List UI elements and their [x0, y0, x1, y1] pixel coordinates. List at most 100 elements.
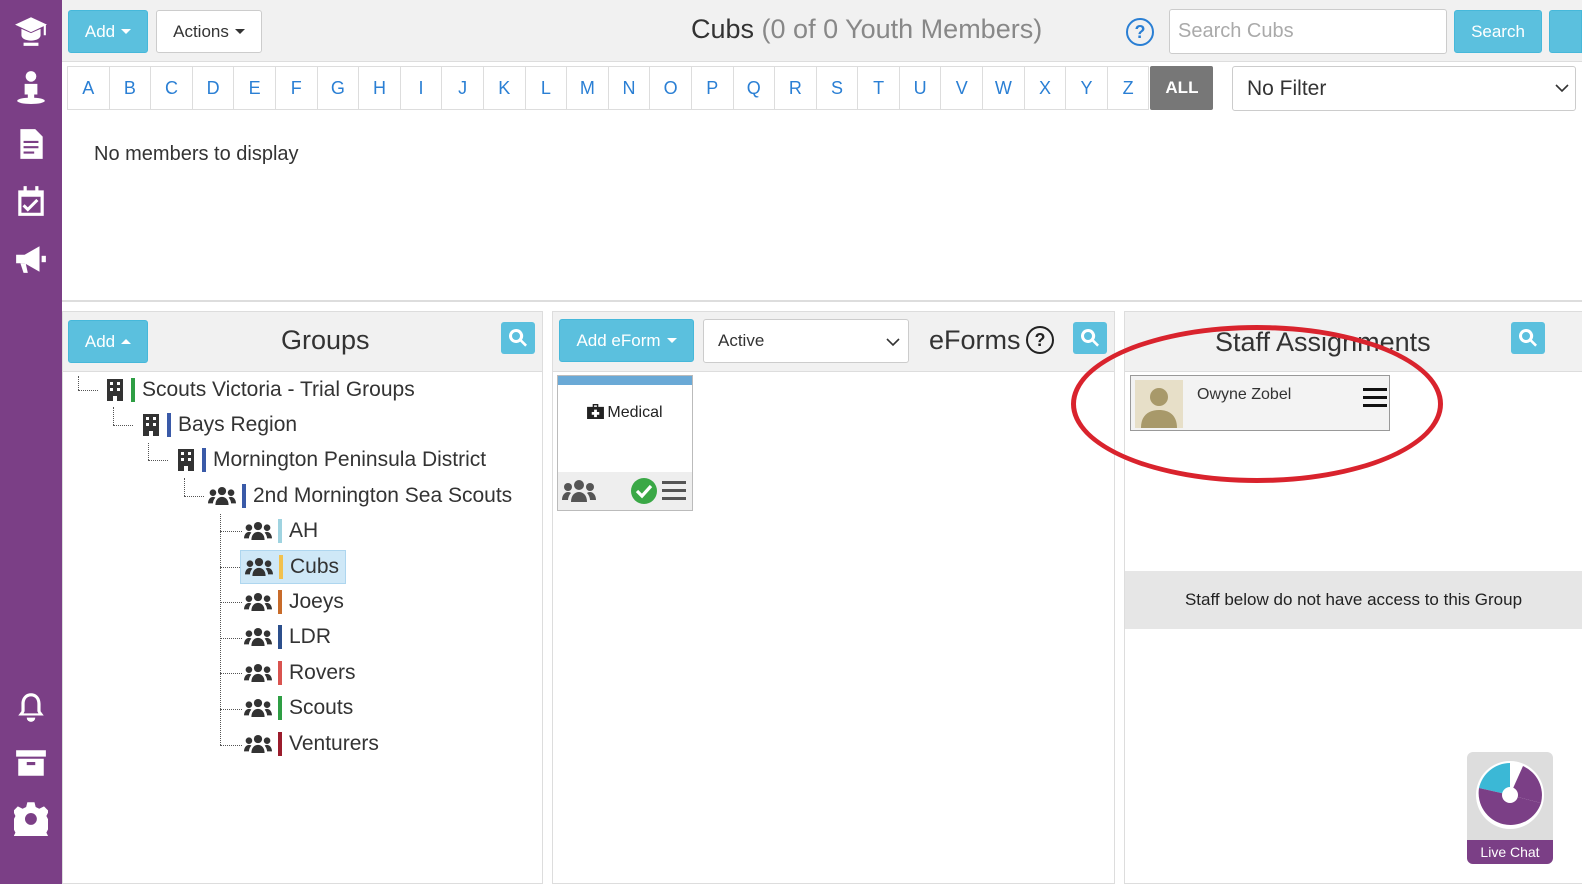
alphabet-letter-f[interactable]: F — [274, 66, 318, 110]
alphabet-letter-v[interactable]: V — [940, 66, 984, 110]
alphabet-letter-i[interactable]: I — [399, 66, 443, 110]
alphabet-letter-q[interactable]: Q — [732, 66, 776, 110]
help-icon[interactable]: ? — [1126, 18, 1154, 46]
alphabet-letter-r[interactable]: R — [774, 66, 817, 110]
tree-node[interactable]: Scouts — [244, 692, 353, 724]
tree-node[interactable]: Venturers — [244, 728, 379, 760]
alphabet-letter-y[interactable]: Y — [1065, 66, 1108, 110]
tree-node[interactable]: LDR — [244, 621, 331, 653]
eform-card-medical[interactable]: Medical — [557, 375, 693, 511]
tree-node-label: Rovers — [289, 661, 356, 684]
calendar-check-icon[interactable] — [12, 182, 50, 220]
document-icon[interactable] — [12, 125, 50, 163]
tree-node[interactable]: AH — [244, 515, 318, 547]
tree-node-label: Cubs — [290, 555, 340, 578]
add-member-button[interactable]: Add — [68, 10, 148, 53]
live-chat-label: Live Chat — [1467, 840, 1553, 864]
group-color-bar — [278, 625, 282, 649]
alphabet-letter-l[interactable]: L — [524, 66, 568, 110]
search-button-label: Search — [1471, 21, 1525, 41]
megaphone-icon[interactable] — [12, 240, 50, 278]
search-icon — [1519, 328, 1537, 347]
alphabet-letter-m[interactable]: M — [566, 66, 609, 110]
alphabet-letter-h[interactable]: H — [358, 66, 401, 110]
actions-dropdown[interactable]: Actions — [156, 10, 262, 53]
alphabet-letter-x[interactable]: X — [1023, 66, 1067, 110]
member-filter-select[interactable]: No Filter — [1232, 66, 1576, 111]
alphabet-letter-j[interactable]: J — [441, 66, 484, 110]
groups-search-button[interactable] — [501, 322, 535, 354]
alphabet-letter-p[interactable]: P — [690, 66, 734, 110]
chevron-down-icon — [1555, 84, 1569, 93]
alphabet-letter-s[interactable]: S — [815, 66, 859, 110]
page-subtitle: (0 of 0 Youth Members) — [761, 14, 1043, 44]
gear-icon[interactable] — [12, 800, 50, 838]
alphabet-letter-c[interactable]: C — [150, 66, 193, 110]
eforms-help-icon[interactable]: ? — [1026, 326, 1054, 354]
tree-node[interactable]: Mornington Peninsula District — [176, 444, 486, 476]
group-color-bar — [167, 413, 171, 437]
add-eform-label: Add eForm — [576, 330, 661, 350]
page-title-text: Cubs — [691, 14, 755, 44]
eform-card-footer — [558, 472, 692, 510]
add-member-label: Add — [84, 21, 116, 41]
search-button[interactable]: Search — [1454, 10, 1542, 53]
alphabet-letter-w[interactable]: W — [982, 66, 1025, 110]
caret-down-icon — [234, 29, 245, 34]
alphabet-letter-d[interactable]: D — [191, 66, 235, 110]
staff-search-button[interactable] — [1511, 322, 1545, 354]
alphabet-letter-u[interactable]: U — [898, 66, 942, 110]
member-filter-value: No Filter — [1247, 76, 1327, 100]
alphabet-letter-b[interactable]: B — [108, 66, 152, 110]
tree-node[interactable]: Scouts Victoria - Trial Groups — [105, 374, 415, 406]
eform-card-title: Medical — [558, 404, 692, 422]
alphabet-letter-o[interactable]: O — [649, 66, 692, 110]
caret-down-icon — [666, 338, 677, 343]
tree-node[interactable]: Bays Region — [141, 409, 297, 441]
no-members-message: No members to display — [94, 143, 299, 165]
group-color-bar — [278, 661, 282, 685]
add-group-label: Add — [84, 331, 116, 351]
highlight-annotation — [1071, 325, 1443, 483]
tree-node[interactable]: 2nd Mornington Sea Scouts — [208, 480, 512, 512]
alphabet-letter-n[interactable]: N — [607, 66, 651, 110]
users-icon — [208, 485, 236, 507]
add-eform-button[interactable]: Add eForm — [559, 319, 694, 362]
alphabet-filter-bar: A B C D E F G H I J K L M N O P Q R S T U V W X Y Z ALL — [67, 66, 1214, 110]
tree-node-label: Venturers — [289, 732, 379, 755]
alphabet-letter-z[interactable]: Z — [1106, 66, 1150, 110]
bell-icon[interactable] — [12, 688, 50, 726]
alphabet-letter-k[interactable]: K — [482, 66, 526, 110]
eforms-title: eForms — [929, 325, 1021, 356]
group-color-bar — [131, 378, 135, 402]
users-icon — [245, 556, 273, 578]
alphabet-letter-a[interactable]: A — [67, 66, 110, 110]
check-circle-icon[interactable] — [630, 477, 658, 505]
tree-node[interactable]: Joeys — [244, 586, 344, 618]
tree-node[interactable]: Cubs — [240, 550, 347, 584]
search-input[interactable] — [1169, 9, 1447, 54]
users-icon — [244, 626, 272, 648]
tree-node-label: 2nd Mornington Sea Scouts — [253, 484, 513, 507]
tree-node-label: Bays Region — [178, 413, 298, 436]
tree-node-label: Scouts Victoria - Trial Groups — [142, 378, 415, 401]
group-color-bar — [278, 732, 282, 756]
menu-icon[interactable] — [662, 480, 686, 502]
extra-toolbar-button[interactable] — [1549, 10, 1582, 53]
add-group-button[interactable]: Add — [68, 320, 148, 363]
left-nav-rail — [0, 0, 62, 884]
archive-icon[interactable] — [12, 744, 50, 782]
alphabet-all-button[interactable]: ALL — [1150, 66, 1214, 110]
eforms-search-button[interactable] — [1073, 322, 1107, 354]
alphabet-letter-g[interactable]: G — [316, 66, 360, 110]
eform-status-select[interactable]: Active — [703, 319, 909, 363]
search-icon — [1081, 328, 1099, 347]
alphabet-letter-t[interactable]: T — [857, 66, 900, 110]
alphabet-letter-e[interactable]: E — [233, 66, 276, 110]
users-icon[interactable] — [562, 478, 596, 504]
person-icon[interactable] — [12, 68, 50, 106]
tree-node[interactable]: Rovers — [244, 657, 356, 689]
app-window: Add Actions Cubs (0 of 0 Youth Members) … — [0, 0, 1582, 884]
graduation-cap-icon[interactable] — [12, 12, 50, 50]
live-chat-widget[interactable]: Live Chat — [1467, 752, 1553, 864]
